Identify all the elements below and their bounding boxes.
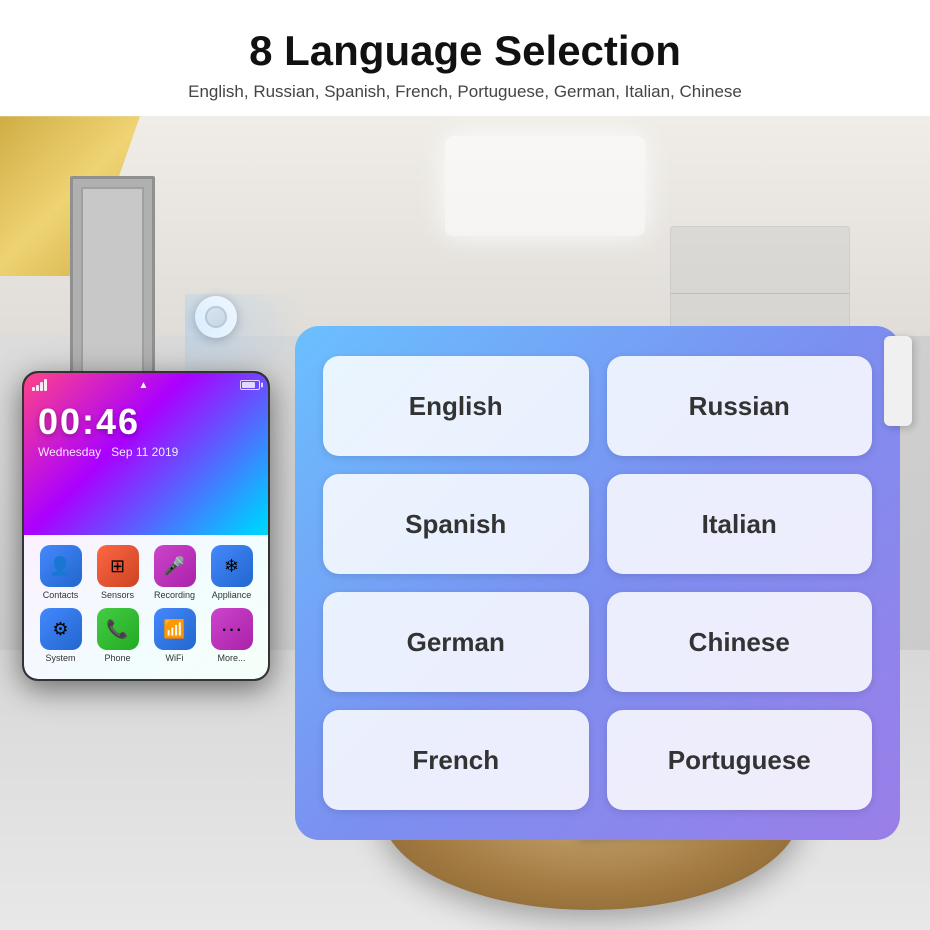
app-recording[interactable]: 🎤 Recording — [154, 545, 196, 600]
lang-button-french[interactable]: French — [323, 710, 589, 810]
phone-apps-row-2: ⚙ System 📞 Phone 📶 WiFi ··· More... — [32, 608, 260, 663]
app-appliance[interactable]: ❄ Appliance — [211, 545, 253, 600]
lang-label-portuguese: Portuguese — [668, 745, 811, 776]
wifi-icon: ▲ — [139, 380, 149, 391]
header: 8 Language Selection English, Russian, S… — [0, 0, 930, 116]
phone-time: 00:46 — [38, 401, 140, 443]
app-contacts[interactable]: 👤 Contacts — [40, 545, 82, 600]
appliance-icon: ❄ — [211, 545, 253, 587]
appliance-label: Appliance — [212, 590, 252, 600]
language-panel: English Russian Spanish Italian German C… — [295, 326, 900, 840]
system-label: System — [45, 653, 75, 663]
wifi-app-icon: 📶 — [154, 608, 196, 650]
battery-fill — [242, 382, 255, 388]
signal-bar-1 — [32, 387, 35, 391]
battery-indicator — [240, 380, 260, 390]
lang-label-english: English — [409, 391, 503, 422]
sensors-label: Sensors — [101, 590, 134, 600]
shelf-line — [671, 293, 849, 294]
signal-bar-2 — [36, 385, 39, 391]
page-title: 8 Language Selection — [20, 28, 910, 74]
signal-bars — [32, 379, 47, 391]
lang-button-portuguese[interactable]: Portuguese — [607, 710, 873, 810]
phone-apps-row-1: 👤 Contacts ⊞ Sensors 🎤 Recording ❄ Appli… — [32, 545, 260, 600]
lang-button-chinese[interactable]: Chinese — [607, 592, 873, 692]
sensors-icon: ⊞ — [97, 545, 139, 587]
recording-icon: 🎤 — [154, 545, 196, 587]
lang-label-spanish: Spanish — [405, 509, 506, 540]
app-more[interactable]: ··· More... — [211, 608, 253, 663]
more-icon: ··· — [211, 608, 253, 650]
phone-status-bar: ▲ — [32, 379, 260, 391]
lang-label-italian: Italian — [702, 509, 777, 540]
ceiling-light-panel — [445, 136, 645, 236]
lang-button-italian[interactable]: Italian — [607, 474, 873, 574]
app-sensors[interactable]: ⊞ Sensors — [97, 545, 139, 600]
contacts-label: Contacts — [43, 590, 79, 600]
more-label: More... — [217, 653, 245, 663]
wifi-label: WiFi — [166, 653, 184, 663]
wall-phone — [884, 336, 912, 426]
recording-label: Recording — [154, 590, 195, 600]
lang-label-chinese: Chinese — [689, 627, 790, 658]
app-system[interactable]: ⚙ System — [40, 608, 82, 663]
phone-apps: 👤 Contacts ⊞ Sensors 🎤 Recording ❄ Appli… — [24, 535, 268, 679]
system-icon: ⚙ — [40, 608, 82, 650]
lang-button-spanish[interactable]: Spanish — [323, 474, 589, 574]
phone-device: ▲ 00:46 Wednesday Sep 11 2019 👤 C — [22, 371, 270, 681]
phone-date-val: Sep 11 2019 — [111, 445, 178, 459]
lang-label-russian: Russian — [689, 391, 790, 422]
smart-device — [195, 296, 237, 338]
room-background: ▲ 00:46 Wednesday Sep 11 2019 👤 C — [0, 116, 930, 930]
lang-button-russian[interactable]: Russian — [607, 356, 873, 456]
lang-button-german[interactable]: German — [323, 592, 589, 692]
app-wifi[interactable]: 📶 WiFi — [154, 608, 196, 663]
app-phone[interactable]: 📞 Phone — [97, 608, 139, 663]
phone-icon: 📞 — [97, 608, 139, 650]
signal-bar-4 — [44, 379, 47, 391]
lang-label-french: French — [412, 745, 499, 776]
contacts-icon: 👤 — [40, 545, 82, 587]
lang-label-german: German — [407, 627, 505, 658]
smart-device-inner — [205, 306, 227, 328]
phone-date: Wednesday Sep 11 2019 — [38, 445, 178, 459]
lang-button-english[interactable]: English — [323, 356, 589, 456]
phone-label: Phone — [104, 653, 130, 663]
phone-day: Wednesday — [38, 445, 101, 459]
page-wrapper: 8 Language Selection English, Russian, S… — [0, 0, 930, 930]
signal-bar-3 — [40, 382, 43, 391]
page-subtitle: English, Russian, Spanish, French, Portu… — [20, 82, 910, 102]
